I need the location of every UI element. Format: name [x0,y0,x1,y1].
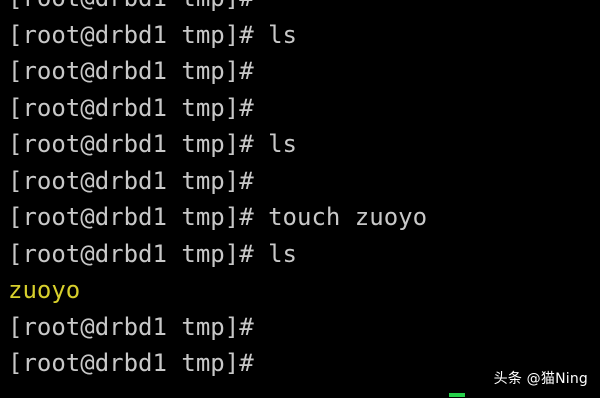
prompt-text: [root@drbd1 tmp]# [8,0,254,12]
terminal-line: [root@drbd1 tmp]# ls [8,126,600,163]
prompt-text: [root@drbd1 tmp]# [8,349,254,377]
terminal-output: [root@drbd1 tmp]# [root@drbd1 tmp]# ls [… [8,0,600,382]
output-text: zuoyo [8,276,81,304]
prompt-text: [root@drbd1 tmp]# [8,166,254,195]
prompt-text: [root@drbd1 tmp]# [8,57,254,85]
terminal-line: [root@drbd1 tmp]# [8,90,600,127]
terminal-line: [root@drbd1 tmp]# [8,0,600,17]
prompt-text: [root@drbd1 tmp]# [8,239,254,268]
terminal-line: [root@drbd1 tmp]# touch zuoyo [8,199,600,236]
prompt-text: [root@drbd1 tmp]# [8,130,254,158]
prompt-text: [root@drbd1 tmp]# [8,93,254,122]
terminal-line: [root@drbd1 tmp]# [8,53,600,90]
prompt-text: [root@drbd1 tmp]# [8,203,254,231]
terminal-line: [root@drbd1 tmp]# ls [8,236,600,273]
command-text: ls [268,20,297,49]
terminal-line: [root@drbd1 tmp]# [8,163,600,200]
terminal-window[interactable]: [root@drbd1 tmp]# [root@drbd1 tmp]# ls [… [0,0,600,398]
terminal-line: [root@drbd1 tmp]# [8,309,600,346]
terminal-line: [root@drbd1 tmp]# ls [8,17,600,54]
watermark: 头条 @猫Ning [493,371,588,387]
terminal-output-line: zuoyo [8,272,600,309]
command-text: touch zuoyo [268,203,428,231]
prompt-text: [root@drbd1 tmp]# [8,20,254,49]
cursor [449,393,465,397]
prompt-text: [root@drbd1 tmp]# [8,312,254,341]
command-text: ls [268,130,297,158]
command-text: ls [268,239,297,268]
